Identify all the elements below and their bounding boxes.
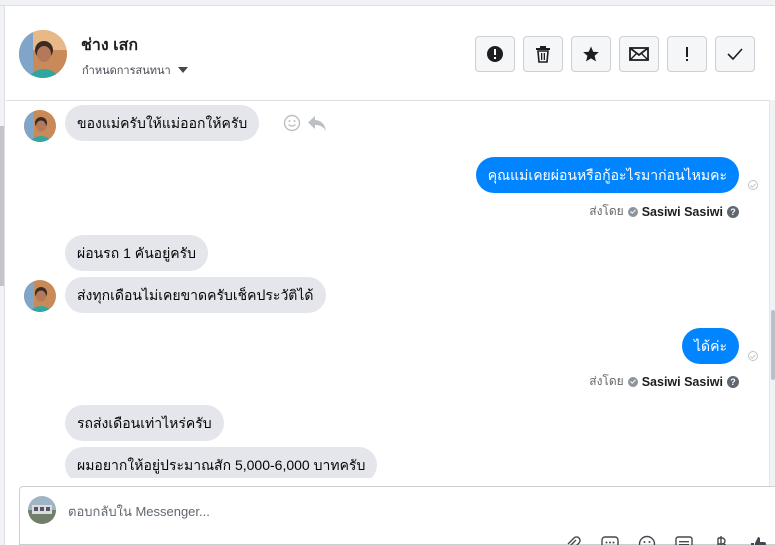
follow-up-button[interactable]: [667, 36, 707, 72]
page-avatar: [28, 496, 56, 524]
thread-scrollbar-thumb[interactable]: [771, 310, 775, 380]
help-icon[interactable]: ?: [727, 205, 739, 218]
mark-spam-button[interactable]: [475, 36, 515, 72]
chevron-down-icon: [177, 67, 188, 73]
message-bubble-outgoing[interactable]: ได้ค่ะ: [681, 328, 739, 364]
reply-composer: ตอบกลับใน Messenger...: [19, 486, 775, 545]
verified-icon: [627, 206, 638, 217]
reply-icon[interactable]: [307, 114, 327, 132]
mark-done-button[interactable]: [715, 36, 755, 72]
template-button[interactable]: [674, 534, 694, 545]
sent-by-prefix: ส่งโดย: [589, 374, 624, 388]
left-scrollbar-thumb[interactable]: [0, 126, 4, 286]
sent-by-label: ส่งโดย Sasiwi Sasiwi ?: [589, 372, 739, 391]
contact-avatar[interactable]: [19, 30, 67, 78]
message-bubble-incoming[interactable]: ผมอยากให้อยู่ประมาณสัก 5,000-6,000 บาทคร…: [65, 447, 378, 478]
mark-unread-button[interactable]: [619, 36, 659, 72]
seen-status-icon: [748, 351, 758, 361]
emoji-button[interactable]: [637, 534, 657, 545]
verified-icon: [627, 376, 638, 387]
message-bubble-incoming[interactable]: ส่งทุกเดือนไม่เคยขาดครับเช็คประวัติได้: [65, 277, 326, 313]
header-actions: [475, 36, 755, 72]
help-icon[interactable]: ?: [727, 375, 739, 388]
exclamation-icon: [686, 47, 688, 61]
conversation-header: ช่าง เสก กำหนดการสนทนา: [6, 6, 769, 101]
baht-icon: [717, 536, 727, 545]
assign-label: กำหนดการสนทนา: [82, 65, 171, 77]
trash-icon: [536, 46, 550, 63]
star-icon: [583, 46, 599, 62]
chat-bubble-dots-icon: [601, 536, 619, 545]
seen-status-icon: [748, 180, 758, 190]
sent-by-name[interactable]: Sasiwi Sasiwi: [642, 205, 723, 219]
smiley-icon: [638, 535, 656, 545]
document-icon: [675, 536, 693, 545]
composer-tools: [563, 534, 768, 545]
message-thread: ของแม่ครับให้แม่ออกให้ครับ คุณแม่เคยผ่อน…: [6, 101, 769, 478]
message-bubble-outgoing[interactable]: คุณแม่เคยผ่อนหรือกู้อะไรมาก่อนไหมคะ: [475, 157, 739, 193]
sent-by-name[interactable]: Sasiwi Sasiwi: [642, 375, 723, 389]
sent-by-prefix: ส่งโดย: [589, 204, 624, 218]
message-bubble-incoming[interactable]: ของแม่ครับให้แม่ออกให้ครับ: [65, 105, 260, 141]
star-button[interactable]: [571, 36, 611, 72]
envelope-icon: [629, 47, 649, 61]
contact-name: ช่าง เสก: [81, 37, 139, 54]
sent-by-label: ส่งโดย Sasiwi Sasiwi ?: [589, 202, 739, 221]
emoji-reaction-icon[interactable]: [283, 114, 301, 132]
checkmark-icon: [727, 48, 743, 60]
message-bubble-incoming[interactable]: รถส่งเดือนเท่าไหร่ครับ: [65, 405, 224, 441]
sender-avatar[interactable]: [24, 110, 56, 142]
paperclip-icon: [567, 536, 581, 545]
thread-scrollbar[interactable]: [769, 100, 775, 545]
alert-circle-icon: [487, 46, 503, 62]
thumbs-up-icon: [751, 537, 766, 545]
sender-avatar[interactable]: [24, 280, 56, 312]
delete-button[interactable]: [523, 36, 563, 72]
like-button[interactable]: [748, 534, 768, 545]
payment-button[interactable]: [711, 534, 731, 545]
message-bubble-incoming[interactable]: ผ่อนรถ 1 คันอยู่ครับ: [65, 235, 209, 271]
saved-replies-button[interactable]: [600, 534, 620, 545]
left-panel-edge: [0, 6, 5, 545]
reply-input[interactable]: ตอบกลับใน Messenger...: [68, 501, 210, 522]
attach-button[interactable]: [563, 534, 583, 545]
assign-conversation-dropdown[interactable]: กำหนดการสนทนา: [82, 61, 188, 79]
